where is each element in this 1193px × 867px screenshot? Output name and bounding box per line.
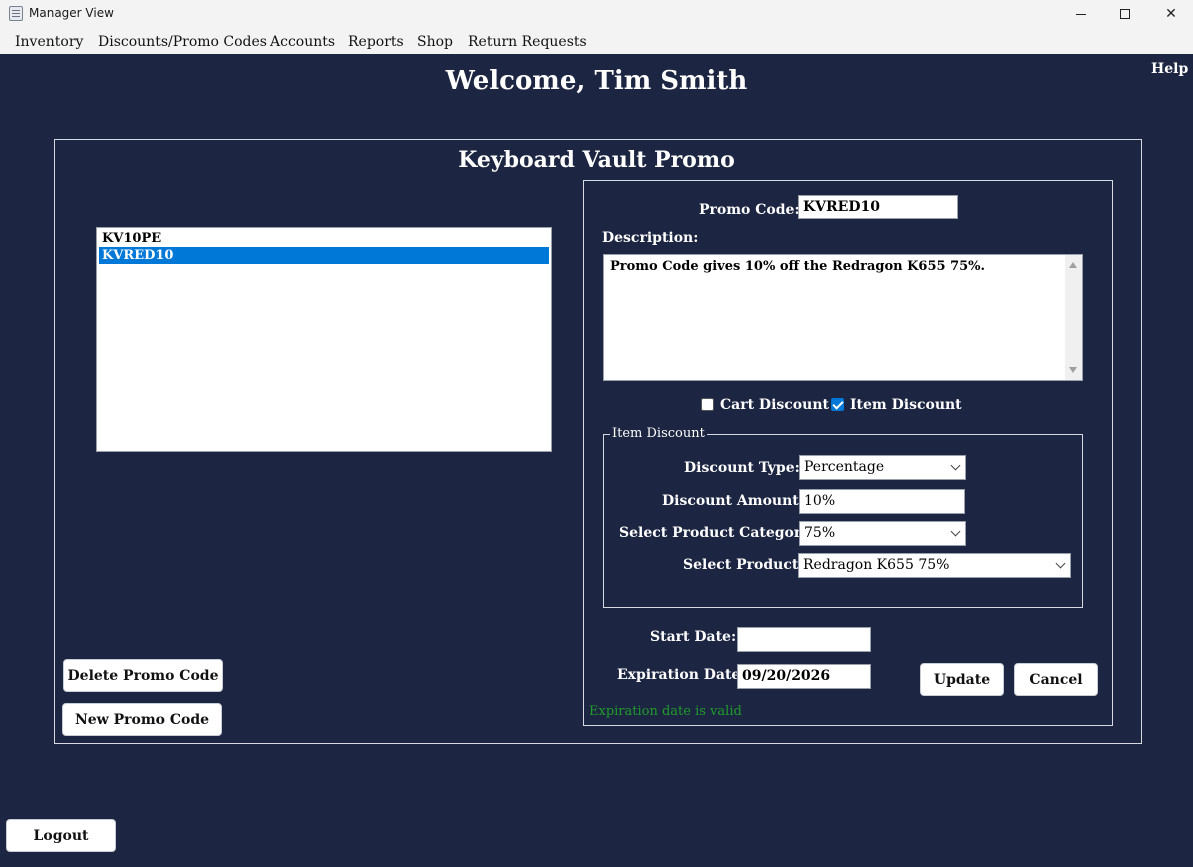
- menu-reports[interactable]: Reports: [348, 34, 404, 50]
- scroll-up-icon[interactable]: [1069, 262, 1077, 268]
- cart-discount-checkbox[interactable]: [701, 398, 714, 411]
- maximize-button[interactable]: [1102, 0, 1148, 28]
- menu-accounts[interactable]: Accounts: [270, 34, 335, 50]
- promo-code-input[interactable]: KVRED10: [798, 195, 958, 219]
- expiration-date-input[interactable]: 09/20/2026: [737, 664, 871, 689]
- menu-discounts-promo-codes[interactable]: Discounts/Promo Codes: [98, 34, 267, 50]
- item-discount-label: Item Discount: [850, 397, 962, 413]
- window-title: Manager View: [29, 6, 114, 20]
- logout-button[interactable]: Logout: [6, 819, 116, 852]
- expiration-validation-message: Expiration date is valid: [589, 704, 742, 719]
- close-button[interactable]: ✕: [1148, 0, 1193, 28]
- close-icon: ✕: [1165, 6, 1177, 22]
- description-textarea[interactable]: Promo Code gives 10% off the Redragon K6…: [603, 254, 1083, 381]
- product-category-label: Select Product Category:: [619, 525, 815, 541]
- product-category-select[interactable]: 75%: [799, 521, 966, 546]
- list-item-selected[interactable]: KVRED10: [99, 247, 549, 264]
- chevron-down-icon: [950, 526, 961, 537]
- scroll-down-icon[interactable]: [1069, 367, 1077, 373]
- minimize-icon: [1076, 13, 1086, 15]
- maximize-icon: [1120, 9, 1130, 19]
- description-scrollbar[interactable]: [1065, 255, 1082, 380]
- chevron-down-icon: [950, 460, 961, 471]
- app-icon: [9, 6, 23, 21]
- title-bar: Manager View ✕: [0, 0, 1193, 28]
- menu-inventory[interactable]: Inventory: [15, 34, 83, 50]
- welcome-heading: Welcome, Tim Smith: [445, 66, 748, 96]
- select-product-label: Select Product:: [683, 557, 804, 573]
- start-date-input[interactable]: [737, 627, 871, 652]
- start-date-label: Start Date:: [650, 629, 737, 645]
- delete-promo-code-button[interactable]: Delete Promo Code: [63, 659, 223, 692]
- discount-amount-label: Discount Amount:: [662, 493, 804, 509]
- select-product-select[interactable]: Redragon K655 75%: [798, 553, 1071, 578]
- description-text: Promo Code gives 10% off the Redragon K6…: [610, 259, 986, 274]
- menu-bar: Inventory Discounts/Promo Codes Accounts…: [0, 28, 1193, 54]
- expiration-date-label: Expiration Date:: [617, 667, 746, 683]
- cart-discount-label: Cart Discount: [720, 397, 829, 413]
- discount-type-select[interactable]: Percentage: [799, 455, 966, 480]
- cancel-button[interactable]: Cancel: [1014, 663, 1098, 696]
- item-discount-group-title: Item Discount: [610, 426, 707, 441]
- item-discount-checkbox[interactable]: [831, 398, 844, 411]
- discount-type-label: Discount Type:: [684, 460, 800, 476]
- discount-amount-input[interactable]: 10%: [799, 489, 965, 514]
- product-category-value: 75%: [804, 525, 836, 541]
- minimize-button[interactable]: [1058, 0, 1104, 28]
- promo-code-list[interactable]: KV10PE KVRED10: [96, 227, 552, 452]
- chevron-down-icon: [1055, 558, 1066, 569]
- new-promo-code-button[interactable]: New Promo Code: [62, 703, 222, 736]
- menu-return-requests[interactable]: Return Requests: [468, 34, 587, 50]
- promo-code-label: Promo Code:: [699, 202, 800, 218]
- panel-title: Keyboard Vault Promo: [458, 147, 735, 173]
- menu-shop[interactable]: Shop: [417, 34, 453, 50]
- list-item[interactable]: KV10PE: [99, 230, 549, 247]
- discount-type-value: Percentage: [804, 459, 885, 475]
- description-label: Description:: [602, 230, 699, 246]
- update-button[interactable]: Update: [920, 663, 1004, 696]
- select-product-value: Redragon K655 75%: [803, 557, 950, 573]
